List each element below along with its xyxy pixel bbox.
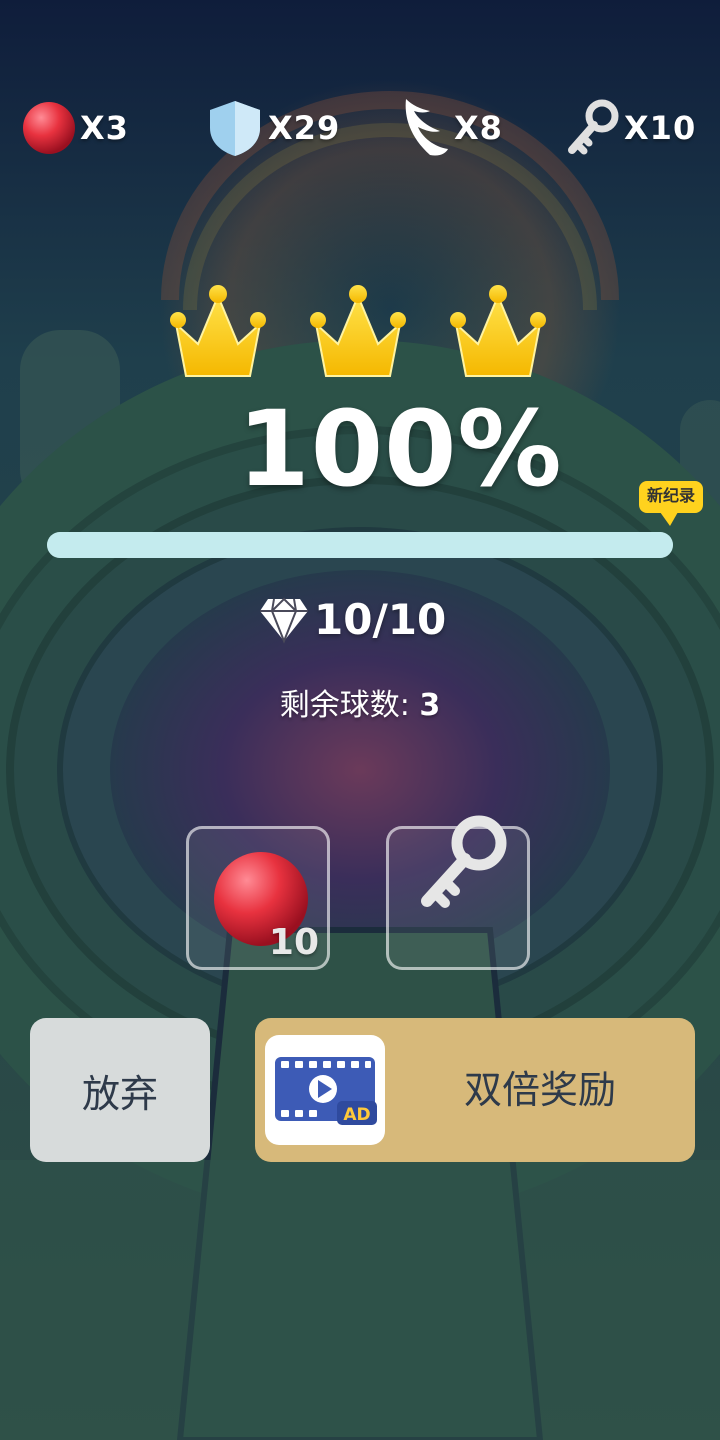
wing-count: X8 — [454, 109, 503, 147]
balls-remaining: 剩余球数: 3 — [0, 680, 720, 724]
video-ad-graphic: AD — [275, 1057, 377, 1125]
balls-remaining-value: 3 — [419, 688, 441, 723]
double-reward-label: 双倍奖励 — [463, 1068, 616, 1112]
ball-reward-slot[interactable]: 10 — [186, 826, 330, 970]
shield-icon — [210, 101, 260, 156]
shield-count: X29 — [268, 109, 341, 147]
ad-badge-text: AD — [343, 1105, 370, 1125]
hud-wings: X8 — [400, 96, 503, 160]
give-up-button[interactable]: 放弃 — [30, 1018, 210, 1162]
progress-bar — [47, 532, 673, 558]
hud-balls: X3 — [22, 96, 129, 160]
crown-icon-3 — [450, 285, 546, 377]
new-record-badge: 新纪录 — [638, 480, 706, 526]
red-ball-icon — [23, 102, 75, 154]
crown-rating — [170, 285, 546, 377]
progress-fill — [47, 532, 673, 558]
new-record-text: 新纪录 — [646, 486, 695, 505]
key-icon — [568, 99, 619, 155]
gem-counter: 10/10 — [258, 590, 446, 648]
completion-percent: 100% — [237, 388, 563, 510]
ball-count: X3 — [80, 109, 129, 147]
double-reward-button[interactable]: AD 双倍奖励 — [255, 1018, 695, 1162]
key-icon — [421, 815, 507, 908]
diamond-icon — [260, 597, 308, 644]
hud-shields: X29 — [206, 96, 340, 160]
hud-keys: X10 — [566, 96, 696, 160]
wing-icon — [405, 99, 448, 156]
key-count: X10 — [624, 109, 697, 147]
balls-remaining-label: 剩余球数: — [279, 688, 410, 723]
ball-reward-count: 10 — [268, 922, 319, 963]
gem-count: 10/10 — [314, 594, 447, 644]
key-reward-slot[interactable] — [386, 815, 530, 970]
video-ad-icon: AD — [265, 1035, 385, 1145]
crown-icon-2 — [310, 285, 406, 377]
crown-icon-1 — [170, 285, 266, 377]
